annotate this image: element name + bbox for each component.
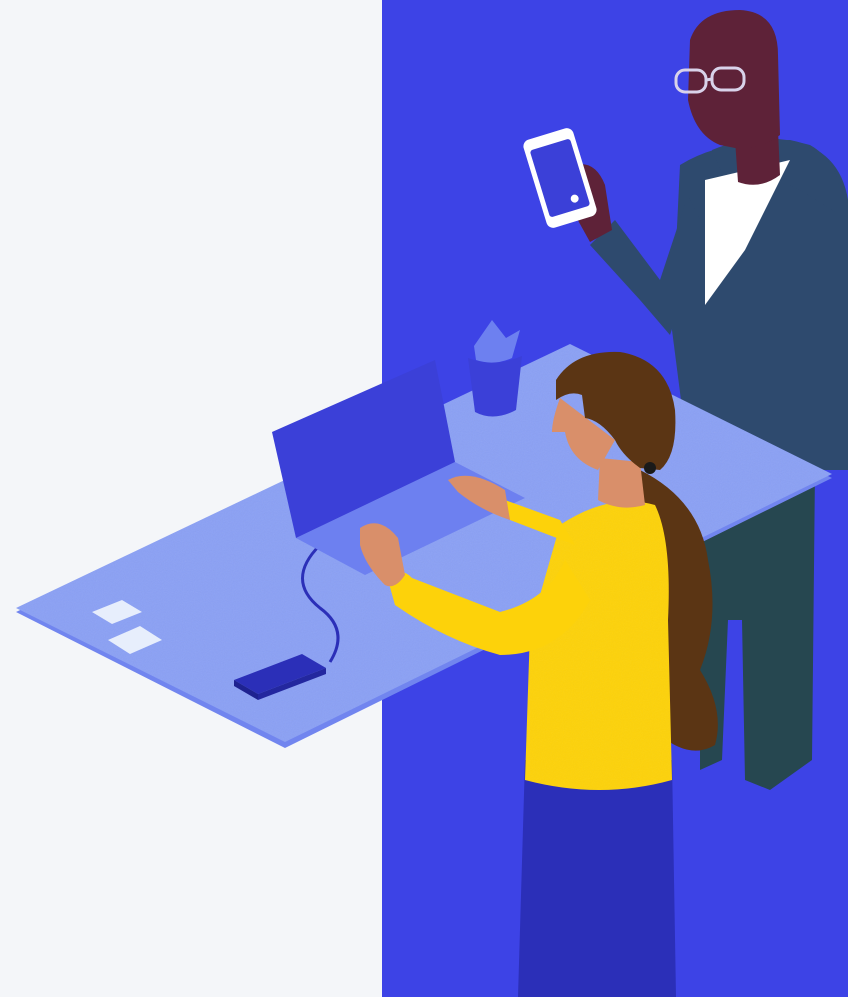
hair-tie: [644, 462, 656, 474]
illustration-scene: [0, 0, 848, 997]
cup-body: [468, 356, 522, 417]
illustration-svg: [0, 0, 848, 997]
woman-pants: [518, 760, 676, 997]
man-head: [688, 10, 780, 149]
